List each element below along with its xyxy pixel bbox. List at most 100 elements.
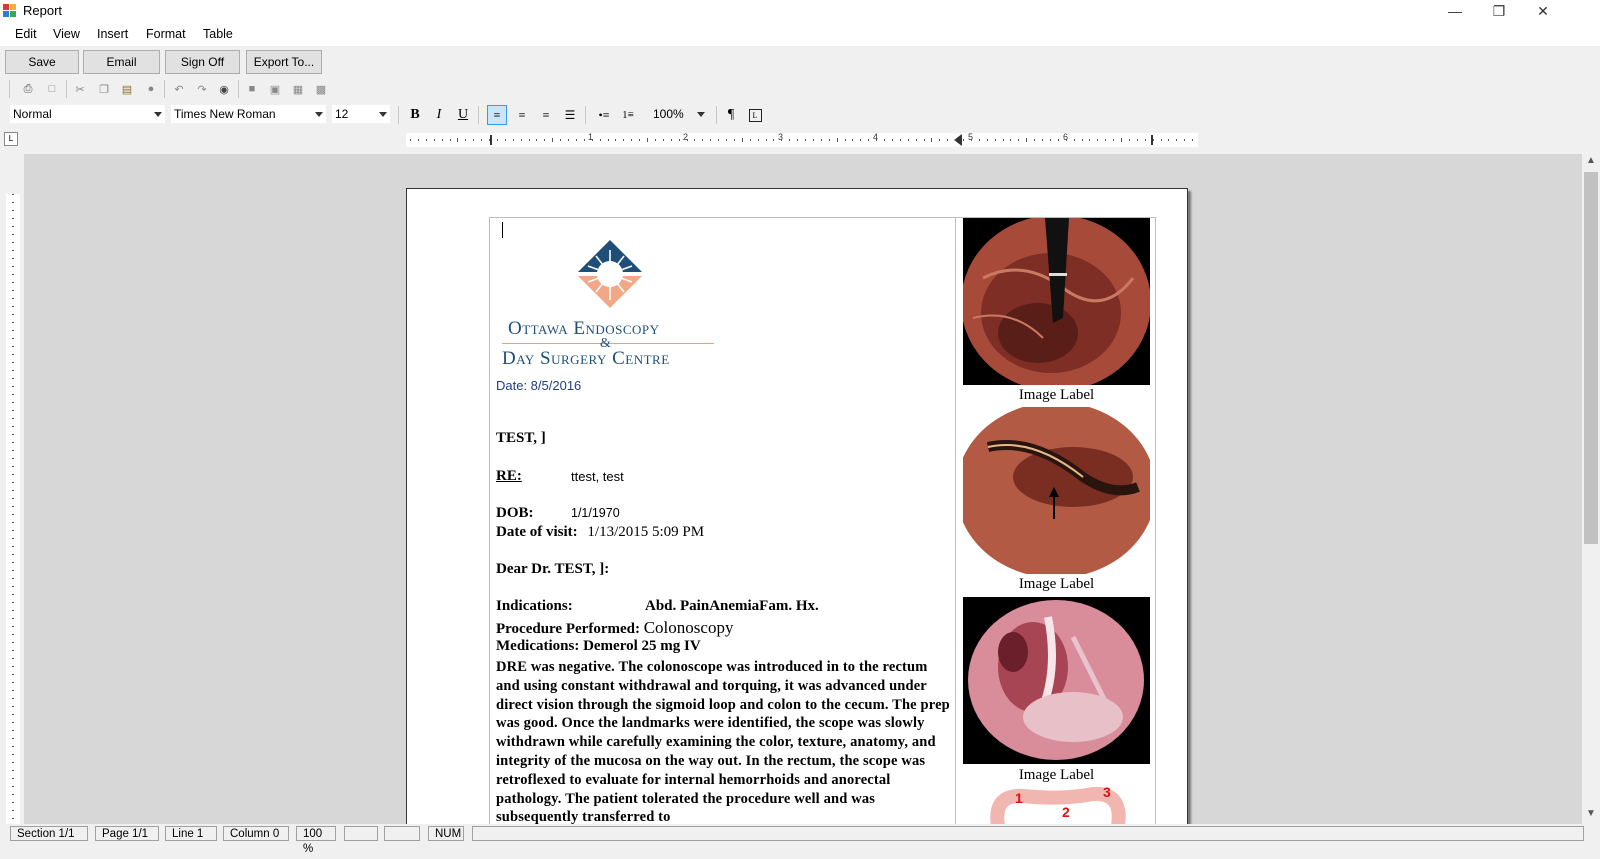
left-margin-marker-icon[interactable] [490,135,500,145]
diagram-number-2: 2 [1062,804,1070,820]
print-icon[interactable]: ⎙ [20,81,36,97]
horizontal-ruler[interactable]: 1 2 3 4 5 6 [406,132,1198,147]
ruler-tick [12,410,14,411]
ruler-tick [1026,138,1028,142]
numbered-list-button[interactable]: 1≡ [618,105,638,125]
find-icon[interactable]: ◉ [216,81,232,97]
colon-diagram[interactable]: 1 2 3 [963,786,1150,826]
copy-icon[interactable]: ❐ [96,81,112,97]
close-button[interactable]: ✕ [1520,0,1566,22]
ruler-tick [12,418,14,419]
delete-icon[interactable]: ● [143,81,159,97]
bring-to-front-icon[interactable]: ▦ [290,81,306,97]
chevron-down-icon [315,112,323,117]
show-formatting-icon[interactable]: ¶ [721,105,741,125]
paste-icon[interactable]: ▤ [119,81,135,97]
export-to-button[interactable]: Export To... [246,50,322,74]
procedure-line: Procedure Performed: Colonoscopy [496,618,733,638]
email-button[interactable]: Email [83,50,160,74]
menu-table[interactable]: Table [203,27,233,41]
patient-name: TEST, ] [496,430,546,446]
status-page: Page 1/1 [95,826,159,841]
ruler-tick [678,139,680,141]
scroll-up-icon[interactable]: ▲ [1586,155,1596,166]
ruler-tick [512,139,514,141]
font-combo[interactable]: Times New Roman [171,105,326,123]
menu-edit[interactable]: Edit [15,27,37,41]
ruler-tick [12,698,14,699]
scroll-thumb[interactable] [1584,172,1598,544]
endoscopy-image-1[interactable] [963,218,1150,385]
endoscopy-image-2[interactable] [963,407,1150,574]
ruler-tick [12,770,14,771]
menu-view[interactable]: View [53,27,80,41]
ruler-tick [12,818,14,819]
ruler-tick [789,139,791,141]
page-layout-icon[interactable]: L [745,105,765,125]
send-to-back-icon[interactable]: ▩ [313,81,329,97]
ruler-tick [12,682,14,683]
send-backward-icon[interactable]: ▣ [267,81,283,97]
ruler-tick [12,610,14,611]
underline-button[interactable]: U [453,105,473,125]
ruler-tick [583,139,585,141]
print-preview-icon[interactable]: □ [44,81,60,97]
ruler-tick [1002,139,1004,141]
vertical-ruler[interactable] [0,154,24,842]
layout-table[interactable]: Ottawa Endoscopy & Day Surgery Centre Da… [489,217,1156,842]
font-size-combo[interactable]: 12 [332,105,390,123]
ruler-tick [12,738,14,739]
align-right-button[interactable]: ≡ [536,105,556,125]
endoscopy-image-3[interactable] [963,597,1150,764]
bullet-list-button[interactable]: •≡ [594,105,614,125]
style-combo[interactable]: Normal [10,105,165,123]
ruler-tick [899,139,901,141]
ruler-tick [1160,139,1162,141]
ruler-tick [12,690,14,691]
zoom-combo[interactable]: 100% [650,105,708,123]
minimize-button[interactable]: — [1432,0,1478,22]
align-center-button[interactable]: ≡ [512,105,532,125]
restore-button[interactable]: ❐ [1476,0,1522,22]
document-workspace[interactable]: Ottawa Endoscopy & Day Surgery Centre Da… [24,154,1582,842]
ruler-tick [773,139,775,141]
ruler-tick [923,139,925,141]
ruler-tick [12,202,14,203]
cut-icon[interactable]: ✂ [72,81,88,97]
redo-icon[interactable]: ↷ [194,81,210,97]
ruler-tick [915,139,917,141]
align-left-button[interactable]: ≡ [487,105,507,125]
ruler-tick [12,578,14,579]
ruler-tick [12,282,14,283]
tab-stop-selector[interactable]: L [4,132,18,146]
menu-format[interactable]: Format [146,27,186,41]
italic-button[interactable]: I [429,105,449,125]
menu-insert[interactable]: Insert [97,27,128,41]
justify-button[interactable]: ☰ [560,105,580,125]
ruler-tick [12,362,14,363]
ruler-tick [907,139,909,141]
ruler-tick [520,139,522,141]
bold-button[interactable]: B [405,105,425,125]
sign-off-button[interactable]: Sign Off [165,50,240,74]
save-button[interactable]: Save [5,50,79,74]
ruler-tick [805,139,806,141]
vertical-scrollbar[interactable]: ▲ ▼ [1582,154,1600,842]
bring-forward-icon[interactable]: ■ [244,81,260,97]
document-page[interactable]: Ottawa Endoscopy & Day Surgery Centre Da… [406,188,1188,842]
ruler-tick [12,274,14,275]
ruler-tick [12,650,14,651]
ruler-tick [963,139,964,141]
status-zoom: 100 % [296,826,336,855]
undo-icon[interactable]: ↶ [171,81,187,97]
ruler-tick [12,330,14,331]
ruler-tick [836,138,838,142]
ruler-tick [417,139,419,141]
ruler-tick [544,139,546,141]
scroll-down-icon[interactable]: ▼ [1586,808,1596,819]
ruler-tick [647,138,648,142]
ruler-tick [12,626,14,627]
indications-value: Abd. PainAnemiaFam. Hx. [645,598,819,614]
procedure-label: Procedure Performed: [496,621,640,637]
ruler-tick [12,218,14,219]
